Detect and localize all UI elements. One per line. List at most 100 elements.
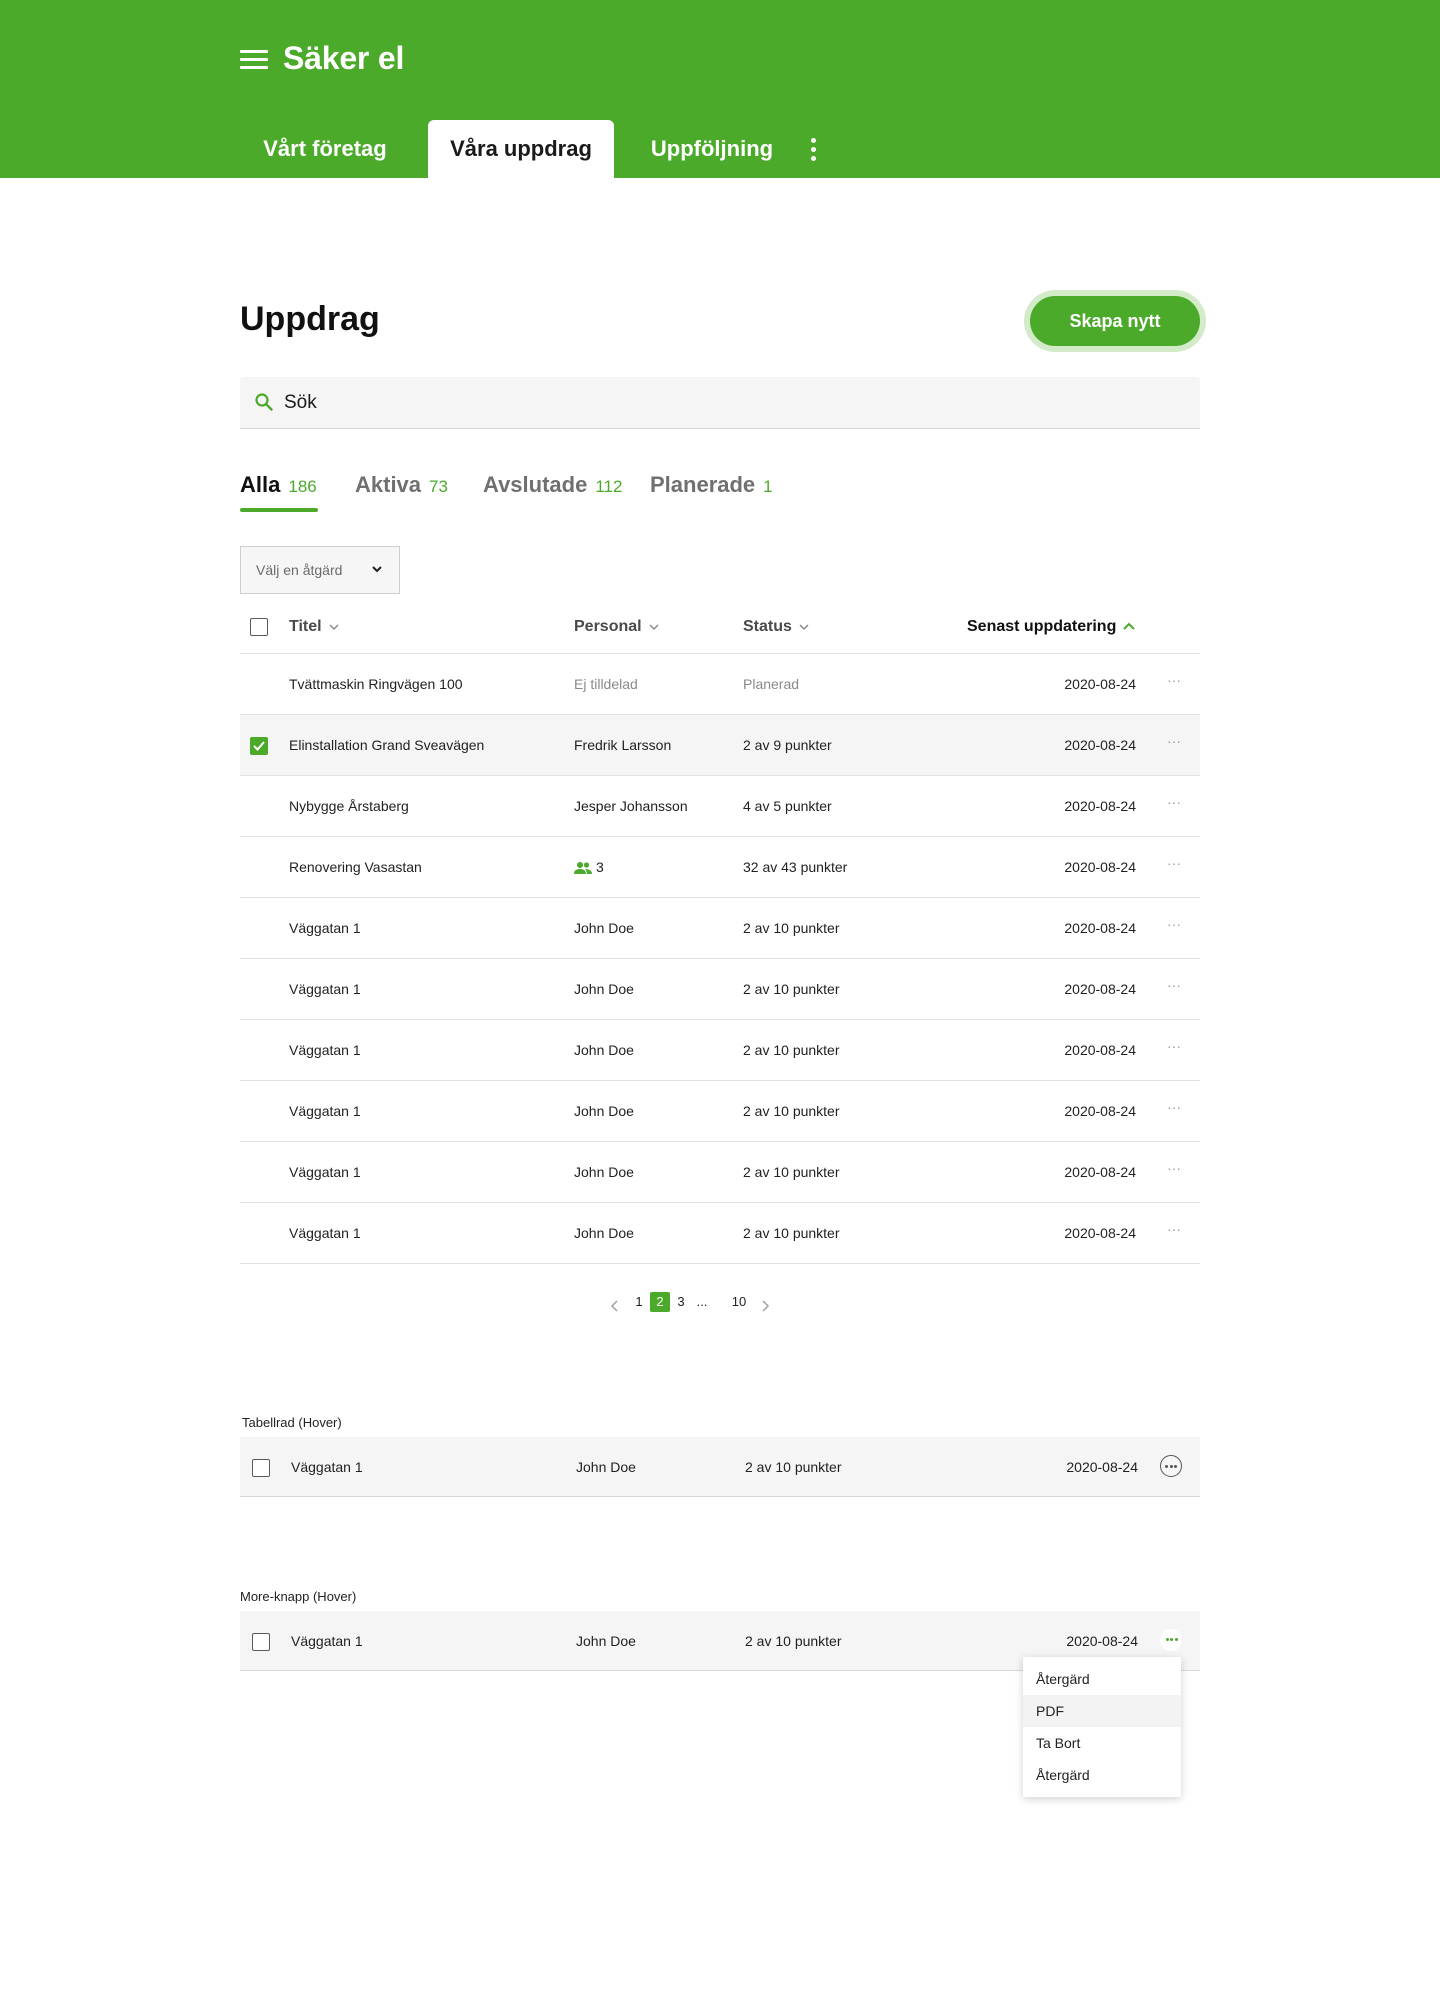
table-row[interactable]: Väggatan 1 John Doe 2 av 10 punkter 2020…: [240, 959, 1200, 1020]
more-horizontal-icon[interactable]: ···: [1166, 1039, 1182, 1056]
more-horizontal-icon[interactable]: [1160, 1629, 1182, 1651]
section-label: More-knapp (Hover): [240, 1589, 357, 1604]
more-horizontal-icon[interactable]: ···: [1166, 978, 1182, 995]
filter-tab-label: Alla: [240, 472, 281, 497]
table-row[interactable]: Elinstallation Grand Sveavägen Fredrik L…: [240, 715, 1200, 776]
create-new-button[interactable]: Skapa nytt: [1030, 296, 1200, 346]
filter-tab-label: Avslutade: [483, 472, 588, 497]
cell-date: 2020-08-24: [1064, 1225, 1136, 1241]
cell-date: 2020-08-24: [1064, 859, 1136, 875]
chevron-down-icon: [649, 624, 659, 630]
more-horizontal-icon[interactable]: ···: [1166, 1222, 1182, 1239]
filter-tab-count: 186: [288, 477, 317, 496]
tab-vart-foretag[interactable]: Vårt företag: [240, 120, 410, 178]
more-horizontal-icon[interactable]: ···: [1166, 795, 1182, 812]
cell-title: Väggatan 1: [291, 1459, 363, 1475]
action-select[interactable]: Välj en åtgärd: [240, 546, 400, 594]
cell-date: 2020-08-24: [1066, 1459, 1138, 1475]
cell-status: 2 av 10 punkter: [745, 1633, 842, 1649]
filter-tab-aktiva[interactable]: Aktiva 73: [355, 472, 448, 512]
table-row[interactable]: Tvättmaskin Ringvägen 100 Ej tilldelad P…: [240, 654, 1200, 715]
cell-title: Väggatan 1: [289, 981, 361, 997]
column-header-status[interactable]: Status: [743, 618, 810, 636]
table-header: Titel Personal Status Senast uppdatering: [240, 606, 1200, 654]
cell-status: 2 av 10 punkter: [745, 1459, 842, 1475]
table-row[interactable]: Väggatan 1 John Doe 2 av 10 punkter 2020…: [240, 898, 1200, 959]
more-horizontal-icon[interactable]: ···: [1166, 1100, 1182, 1117]
cell-staff: John Doe: [574, 1225, 634, 1241]
cell-status: Planerad: [743, 676, 800, 692]
search-input[interactable]: [284, 377, 1164, 429]
menu-item-atgard[interactable]: Återgärd: [1023, 1663, 1181, 1695]
column-header-label: Personal: [574, 618, 642, 635]
table-row[interactable]: Väggatan 1 John Doe 2 av 10 punkter 2020…: [240, 1020, 1200, 1081]
menu-item-pdf[interactable]: PDF: [1023, 1695, 1181, 1727]
cell-staff: John Doe: [574, 1164, 634, 1180]
row-checkbox[interactable]: [252, 1459, 270, 1477]
cell-staff: John Doe: [574, 1042, 634, 1058]
table-row[interactable]: Väggatan 1 John Doe 2 av 10 punkter 2020…: [240, 1142, 1200, 1203]
checkmark-icon: [253, 741, 265, 751]
cell-staff: 3: [574, 859, 604, 875]
chevron-up-icon: [1123, 622, 1136, 630]
column-header-label: Titel: [289, 618, 322, 635]
more-horizontal-icon[interactable]: ···: [1166, 673, 1182, 690]
cell-status: 2 av 10 punkter: [743, 1103, 840, 1119]
column-header-updated[interactable]: Senast uppdatering: [967, 618, 1136, 636]
row-checkbox[interactable]: [252, 1633, 270, 1651]
filter-tab-alla[interactable]: Alla 186: [240, 472, 317, 512]
more-vertical-icon[interactable]: [808, 138, 818, 162]
hamburger-menu-icon[interactable]: [240, 50, 268, 70]
table-row[interactable]: Nybygge Årstaberg Jesper Johansson 4 av …: [240, 776, 1200, 837]
page-10[interactable]: 10: [730, 1292, 748, 1312]
cell-staff: Fredrik Larsson: [574, 737, 672, 753]
page-ellipsis: ...: [696, 1294, 708, 1309]
more-horizontal-icon[interactable]: ···: [1166, 734, 1182, 751]
cell-title: Väggatan 1: [289, 1164, 361, 1180]
cell-staff: John Doe: [574, 920, 634, 936]
table-row[interactable]: Renovering Vasastan 3 32 av 43 punkter 2…: [240, 837, 1200, 898]
filter-tab-planerade[interactable]: Planerade 1: [650, 472, 773, 512]
cell-status: 2 av 10 punkter: [743, 1225, 840, 1241]
filter-tab-label: Aktiva: [355, 472, 422, 497]
filter-tab-avslutade[interactable]: Avslutade 112: [483, 472, 622, 512]
cell-title: Väggatan 1: [289, 920, 361, 936]
tab-uppfoljning[interactable]: Uppföljning: [632, 120, 792, 178]
more-horizontal-icon[interactable]: ···: [1166, 856, 1182, 873]
chevron-down-icon: [329, 624, 339, 630]
table-row-hover-example[interactable]: Väggatan 1 John Doe 2 av 10 punkter 2020…: [240, 1437, 1200, 1497]
cell-status: 2 av 10 punkter: [743, 1042, 840, 1058]
cell-title: Nybygge Årstaberg: [289, 798, 409, 814]
page-2[interactable]: 2: [650, 1292, 670, 1312]
select-all-checkbox[interactable]: [250, 618, 268, 636]
cell-staff: John Doe: [574, 981, 634, 997]
page-3[interactable]: 3: [674, 1292, 688, 1312]
table-row[interactable]: Väggatan 1 John Doe 2 av 10 punkter 2020…: [240, 1081, 1200, 1142]
cell-status: 2 av 10 punkter: [743, 920, 840, 936]
filter-tab-count: 73: [429, 477, 448, 496]
filter-tab-count: 1: [763, 477, 773, 496]
cell-staff: Jesper Johansson: [574, 798, 688, 814]
table-row[interactable]: Väggatan 1 John Doe 2 av 10 punkter 2020…: [240, 1203, 1200, 1264]
chevron-down-icon: [799, 624, 809, 630]
tab-vara-uppdrag[interactable]: Våra uppdrag: [428, 120, 614, 178]
menu-item-ta-bort[interactable]: Ta Bort: [1023, 1727, 1181, 1759]
more-horizontal-icon[interactable]: [1160, 1455, 1182, 1477]
cell-status: 2 av 9 punkter: [743, 737, 832, 753]
column-header-title[interactable]: Titel: [289, 618, 340, 636]
page-1[interactable]: 1: [632, 1292, 646, 1312]
chevron-right-icon[interactable]: [760, 1296, 770, 1316]
chevron-down-icon: [372, 566, 382, 573]
app-header: Säker el Vårt företag Våra uppdrag Uppfö…: [0, 0, 1440, 178]
chevron-left-icon[interactable]: [610, 1296, 620, 1316]
cell-staff: John Doe: [574, 1103, 634, 1119]
menu-item-atgard[interactable]: Återgärd: [1023, 1759, 1181, 1791]
filter-tab-label: Planerade: [650, 472, 756, 497]
row-checkbox[interactable]: [250, 737, 268, 755]
cell-staff: John Doe: [576, 1459, 636, 1475]
more-horizontal-icon[interactable]: ···: [1166, 917, 1182, 934]
more-menu-dropdown: Återgärd PDF Ta Bort Återgärd: [1023, 1657, 1181, 1797]
more-horizontal-icon[interactable]: ···: [1166, 1161, 1182, 1178]
column-header-staff[interactable]: Personal: [574, 618, 660, 636]
staff-count: 3: [596, 859, 604, 875]
